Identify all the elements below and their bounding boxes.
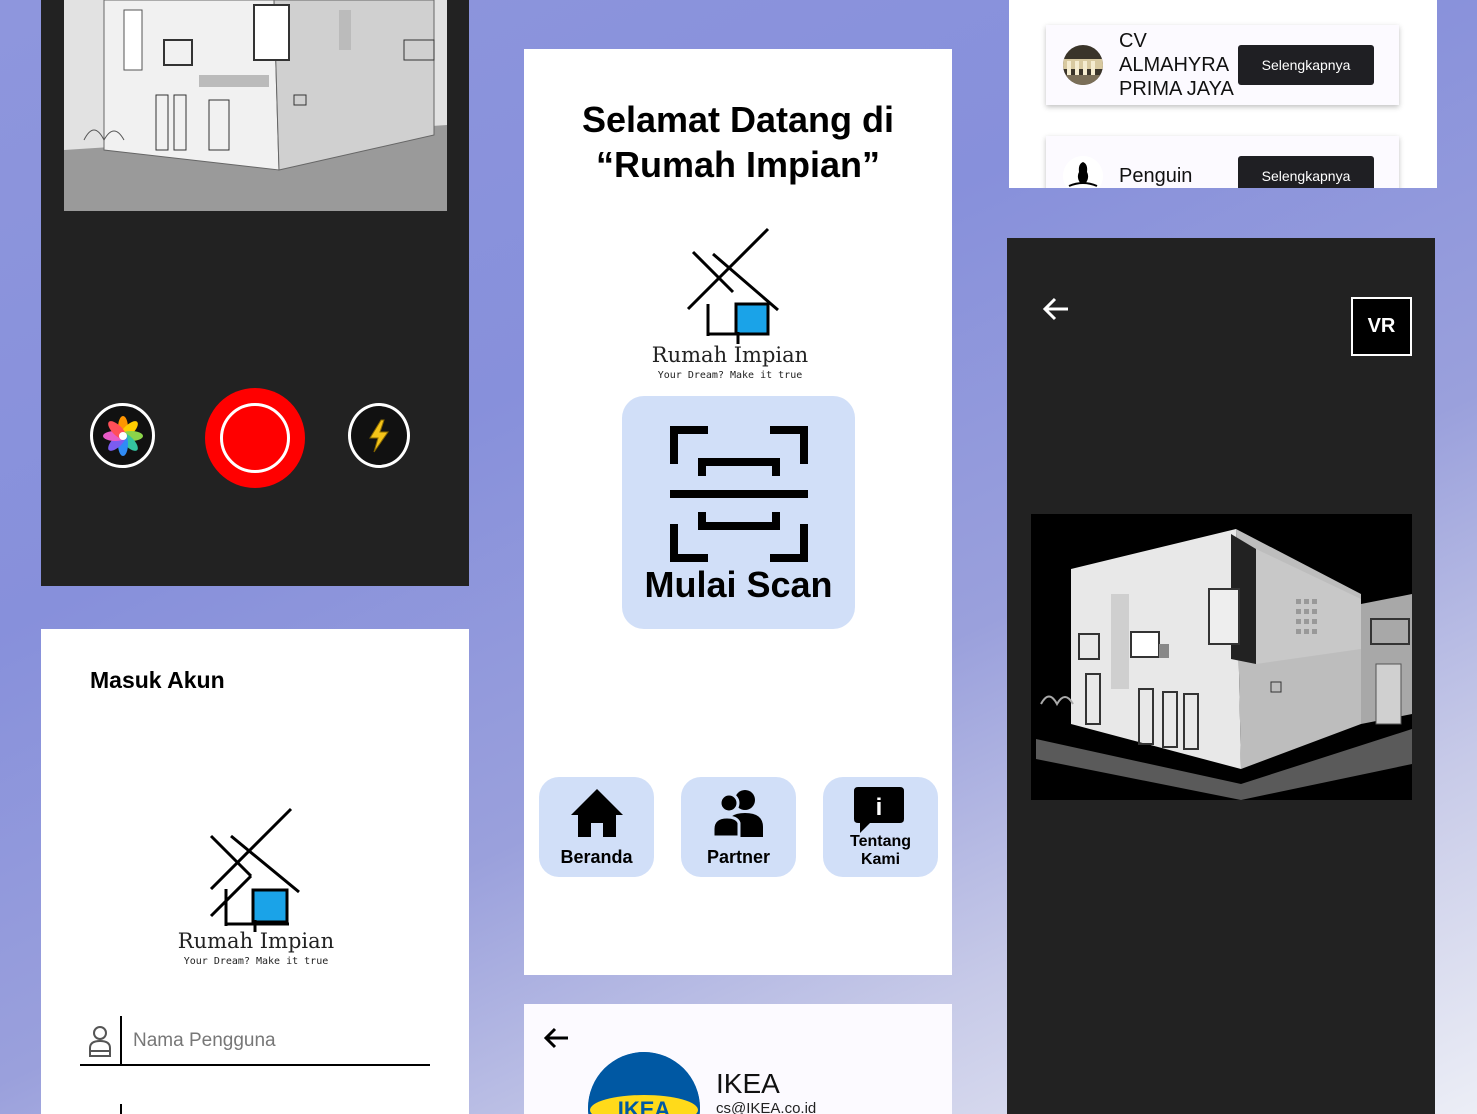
start-scan-button[interactable]: Mulai Scan (622, 396, 855, 629)
username-placeholder[interactable]: Nama Pengguna (133, 1030, 276, 1052)
partner-card[interactable]: CV ALMAHYRA PRIMA JAYA Selengkapnya (1046, 25, 1399, 105)
start-scan-label: Mulai Scan (644, 564, 833, 605)
scan-icon (670, 426, 808, 562)
gallery-button[interactable] (90, 403, 155, 468)
app-logo: Rumah Impian Your Dream? Make it true (171, 804, 341, 969)
partner-logo: IKEA (588, 1052, 700, 1114)
welcome-line-1: Selamat Datang di (581, 99, 895, 140)
user-icon (89, 1026, 111, 1057)
partner-avatar (1063, 45, 1103, 85)
partner-card[interactable]: Penguin Selengkapnya (1046, 136, 1399, 188)
partner-details-button[interactable]: Selengkapnya (1238, 156, 1374, 188)
svg-text:i: i (876, 794, 883, 821)
partner-name-line2: ALMAHYRA (1119, 54, 1230, 76)
home-icon (571, 789, 623, 837)
partner-avatar (1063, 156, 1103, 188)
partner-name-line1: CV (1119, 30, 1147, 52)
nav-partner[interactable]: Partner (681, 777, 796, 877)
flash-button[interactable] (348, 403, 410, 468)
shutter-button[interactable] (205, 388, 305, 488)
logo-tagline: Your Dream? Make it true (658, 370, 803, 381)
flash-icon (369, 419, 389, 452)
partner-name: IKEA (716, 1068, 780, 1099)
house-3d-view[interactable] (1031, 514, 1412, 800)
logo-text: Rumah Impian (178, 929, 334, 953)
partner-name: CV ALMAHYRA PRIMA JAYA (1119, 29, 1234, 101)
nav-beranda-label: Beranda (560, 847, 633, 867)
vr-viewer-screen: VR (1007, 238, 1435, 1114)
partners-screen: CV ALMAHYRA PRIMA JAYA Selengkapnya Peng… (1009, 0, 1437, 188)
nav-partner-label: Partner (706, 847, 771, 867)
nav-tentang-label-line2: Kami (860, 851, 901, 868)
page-title: Masuk Akun (90, 667, 225, 693)
login-screen: Masuk Akun Rumah Impian Your Dream? Make… (41, 629, 469, 1114)
back-arrow-icon[interactable] (543, 1024, 571, 1052)
logo-text: Rumah Impian (652, 343, 808, 367)
nav-tentang-kami[interactable]: i Tentang Kami (823, 777, 938, 877)
welcome-heading: Selamat Datang di “Rumah Impian” (524, 97, 952, 187)
nav-tentang-label-line1: Tentang (849, 833, 912, 850)
shutter-ring (220, 403, 290, 473)
users-icon (713, 790, 763, 839)
back-arrow-icon[interactable] (1041, 294, 1071, 324)
nav-tentang-label: Tentang Kami (823, 833, 938, 869)
partner-detail-screen: IKEA IKEA cs@IKEA.co.id (524, 1004, 952, 1114)
partner-logo-text: IKEA (618, 1097, 671, 1114)
vr-mode-button[interactable]: VR (1351, 297, 1412, 356)
info-icon: i (854, 787, 904, 833)
partner-details-button[interactable]: Selengkapnya (1238, 45, 1374, 85)
gallery-icon (102, 415, 143, 456)
partner-email[interactable]: cs@IKEA.co.id (716, 1100, 816, 1114)
password-field[interactable] (80, 1104, 430, 1114)
camera-screen (41, 0, 469, 586)
home-screen: Selamat Datang di “Rumah Impian” Rumah I… (524, 49, 952, 975)
app-logo: Rumah Impian Your Dream? Make it true (648, 224, 818, 384)
camera-preview (64, 0, 447, 211)
logo-tagline: Your Dream? Make it true (184, 956, 329, 967)
welcome-line-2: “Rumah Impian” (595, 144, 881, 185)
partner-name-line3: PRIMA JAYA (1119, 78, 1234, 100)
username-field[interactable]: Nama Pengguna (80, 1016, 430, 1066)
field-separator (120, 1016, 122, 1064)
partner-name: Penguin (1119, 165, 1193, 187)
nav-beranda[interactable]: Beranda (539, 777, 654, 877)
field-separator (120, 1104, 122, 1114)
